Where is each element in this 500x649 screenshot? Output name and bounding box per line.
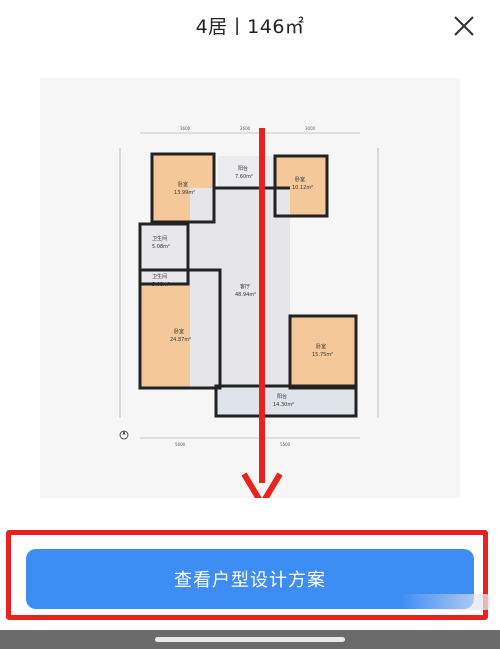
room-name: 卧室 xyxy=(316,343,326,350)
header: 4居丨146㎡ xyxy=(0,0,500,56)
room-area: 7.60m² xyxy=(235,174,253,180)
room-area: 15.75m² xyxy=(312,352,333,358)
room-name: 卫生间 xyxy=(152,273,167,280)
watermark xyxy=(400,594,490,610)
room-area: 13.99m² xyxy=(174,190,195,196)
dim-top-1: 3600 xyxy=(180,126,191,131)
close-icon[interactable] xyxy=(452,14,476,38)
room-area: 14.30m² xyxy=(273,402,294,408)
dim-bottom-1: 5600 xyxy=(175,442,186,447)
room-area: 5.08m² xyxy=(152,282,170,288)
room-name: 卫生间 xyxy=(152,235,167,242)
page-title: 4居丨146㎡ xyxy=(195,16,305,38)
room-area: 5.08m² xyxy=(152,244,170,250)
room-name: 阳台 xyxy=(277,393,287,400)
room-name: 卧室 xyxy=(295,176,305,183)
room-name: 卧室 xyxy=(174,328,184,335)
room-name: 客厅 xyxy=(240,283,250,290)
room-name: 阳台 xyxy=(238,165,248,172)
room-name: 卧室 xyxy=(178,181,188,188)
room-area: 10.12m² xyxy=(292,185,313,191)
room-area: 48.94m² xyxy=(235,292,256,298)
room-area: 24.87m² xyxy=(170,337,191,343)
dim-top-3: 3000 xyxy=(305,126,316,131)
home-indicator[interactable] xyxy=(155,637,345,642)
floor-plan-image: 3600 2600 3000 5600 5500 卧室 13.99m² 阳台 7… xyxy=(40,78,460,498)
compass-icon xyxy=(119,430,129,440)
dim-top-2: 2600 xyxy=(240,126,251,131)
dim-bottom-2: 5500 xyxy=(280,442,291,447)
